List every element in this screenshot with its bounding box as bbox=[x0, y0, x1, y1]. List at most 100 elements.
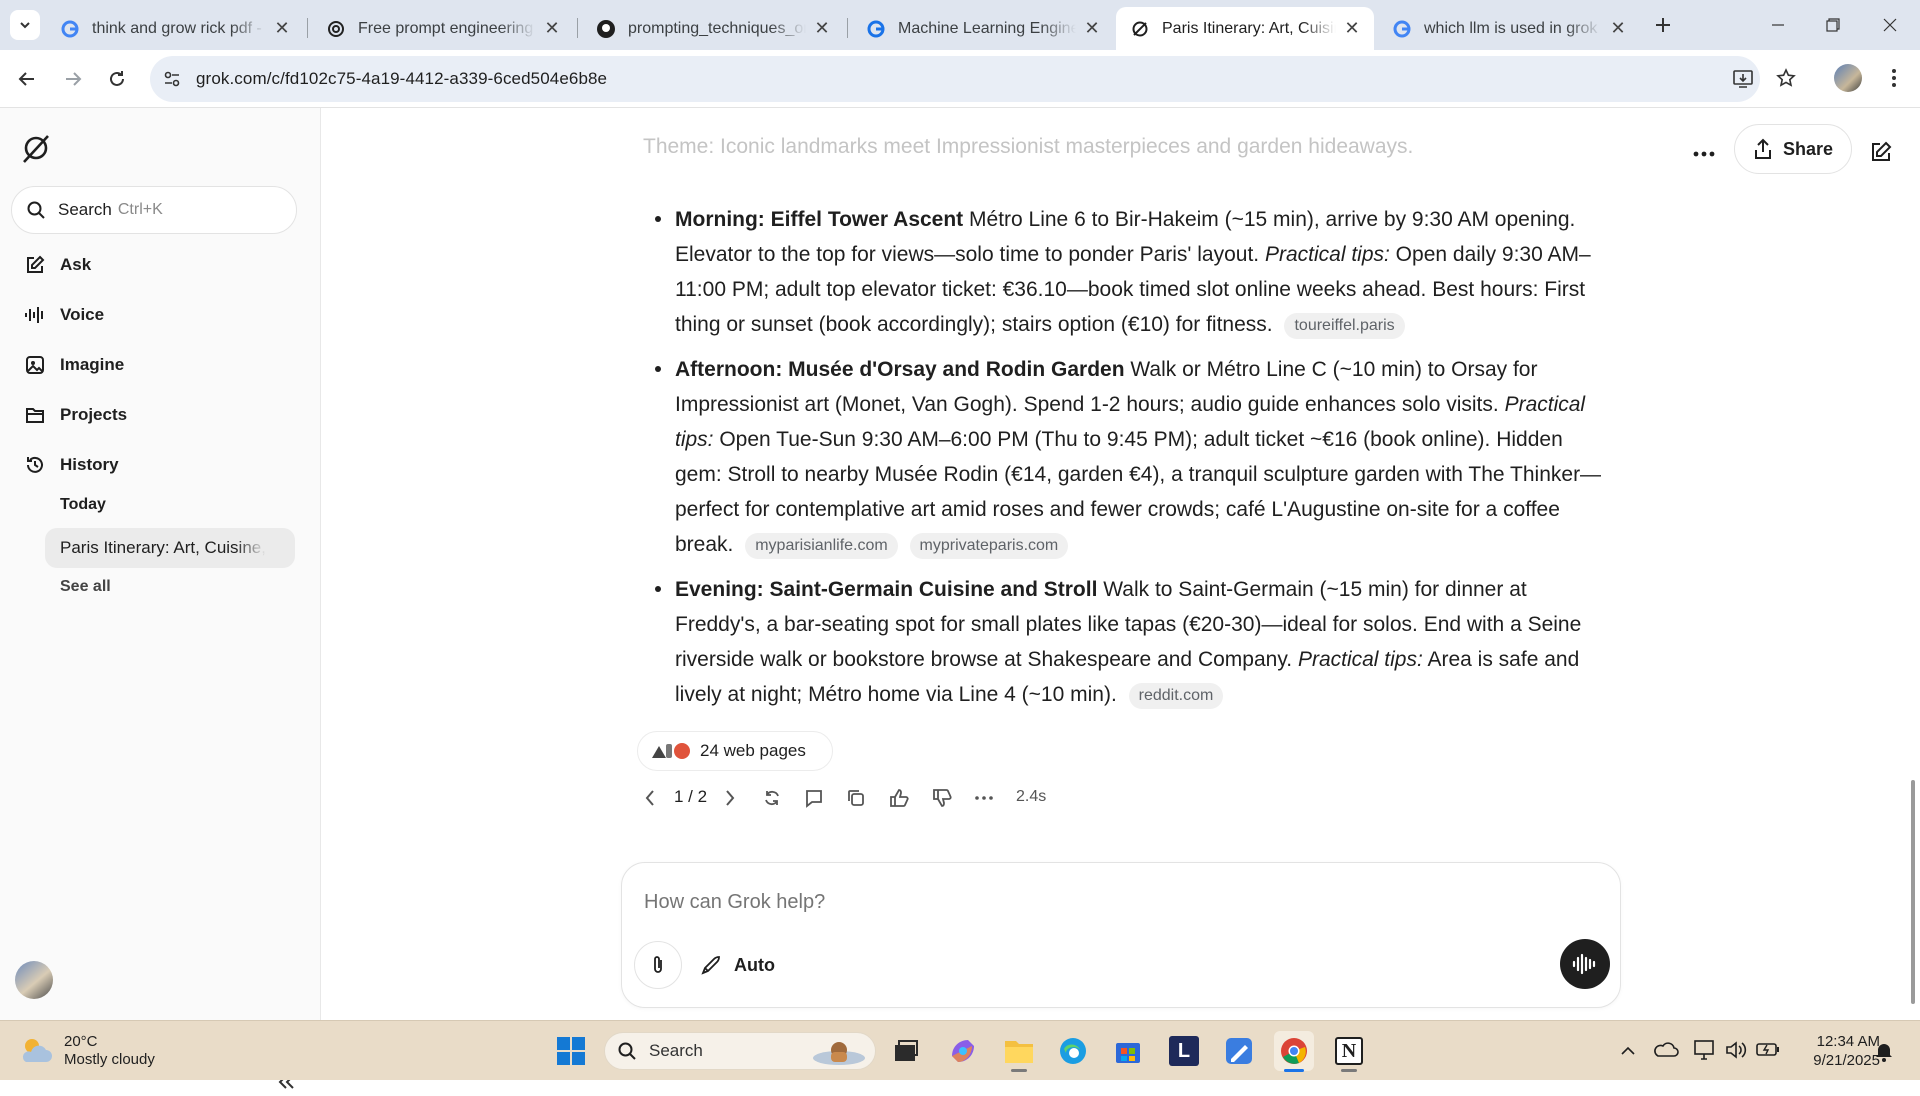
attach-button[interactable] bbox=[634, 941, 682, 989]
chevron-down-icon bbox=[20, 22, 30, 29]
tab-which-llm[interactable]: which llm is used in grok - ✕ bbox=[1378, 7, 1640, 50]
close-icon[interactable]: ✕ bbox=[272, 18, 292, 39]
source-chip[interactable]: myprivateparis.com bbox=[909, 533, 1069, 559]
clock[interactable]: 12:34 AM 9/21/2025 bbox=[1790, 1032, 1880, 1070]
new-chat-button[interactable] bbox=[1865, 136, 1897, 168]
previous-response-button[interactable] bbox=[635, 783, 665, 813]
history-item-paris-itinerary[interactable]: Paris Itinerary: Art, Cuisine, bbox=[45, 528, 295, 568]
nav-imagine[interactable]: Imagine bbox=[24, 354, 124, 376]
close-icon[interactable]: ✕ bbox=[1082, 18, 1102, 39]
nav-label: Ask bbox=[60, 255, 92, 274]
restore-button[interactable] bbox=[1815, 10, 1851, 40]
browser-menu-button[interactable] bbox=[1880, 64, 1908, 92]
source-chip[interactable]: toureiffel.paris bbox=[1284, 313, 1405, 339]
scrollbar[interactable] bbox=[1907, 108, 1919, 1020]
chrome-app[interactable] bbox=[1274, 1031, 1314, 1072]
more-actions-button[interactable] bbox=[969, 783, 999, 813]
ellipsis-icon bbox=[1693, 151, 1715, 157]
google-icon bbox=[866, 19, 886, 39]
onedrive-icon[interactable] bbox=[1653, 1039, 1679, 1063]
url-text[interactable]: grok.com/c/fd102c75-4a19-4412-a339-6ced5… bbox=[196, 69, 607, 89]
scrollbar-thumb[interactable] bbox=[1911, 780, 1915, 1004]
tab-prompting-techniques[interactable]: prompting_techniques_on_ ✕ bbox=[582, 7, 844, 50]
share-button[interactable]: Share bbox=[1734, 124, 1852, 174]
mode-selector[interactable]: Auto bbox=[700, 947, 775, 983]
pen-app[interactable] bbox=[1219, 1031, 1259, 1071]
tab-strip: think and grow rick pdf - Go ✕ Free prom… bbox=[0, 0, 1920, 50]
file-explorer-app[interactable] bbox=[999, 1031, 1039, 1072]
minimize-button[interactable] bbox=[1760, 10, 1796, 40]
close-icon[interactable]: ✕ bbox=[812, 18, 832, 39]
tab-search-button[interactable] bbox=[10, 10, 40, 40]
show-hidden-icons-button[interactable] bbox=[1616, 1039, 1640, 1063]
reload-button[interactable] bbox=[102, 64, 132, 94]
reply-button[interactable] bbox=[799, 783, 829, 813]
more-options-button[interactable] bbox=[1688, 138, 1720, 170]
back-button[interactable] bbox=[12, 64, 42, 94]
profile-avatar[interactable] bbox=[1834, 64, 1862, 92]
nav-history[interactable]: History bbox=[24, 454, 119, 476]
install-app-icon[interactable] bbox=[1732, 68, 1754, 90]
grok-logo[interactable] bbox=[20, 132, 52, 164]
voice-mode-button[interactable] bbox=[1560, 939, 1610, 989]
nav-projects[interactable]: Projects bbox=[24, 404, 127, 426]
close-window-button[interactable] bbox=[1872, 10, 1908, 40]
notifications-button[interactable] bbox=[1872, 1039, 1900, 1065]
like-button[interactable] bbox=[884, 783, 914, 813]
see-all-link[interactable]: See all bbox=[60, 578, 111, 596]
web-pages-button[interactable]: 24 web pages bbox=[637, 731, 833, 771]
microsoft-store-app[interactable] bbox=[1108, 1031, 1148, 1071]
close-icon[interactable]: ✕ bbox=[1608, 18, 1628, 39]
forward-button[interactable] bbox=[58, 64, 88, 94]
copilot-icon bbox=[952, 1040, 974, 1062]
bookmark-button[interactable] bbox=[1772, 64, 1800, 92]
copilot-app[interactable] bbox=[943, 1031, 983, 1071]
source-chip[interactable]: myparisianlife.com bbox=[745, 533, 898, 559]
bell-icon bbox=[1876, 1044, 1892, 1062]
item-tips-label: Practical tips: bbox=[1264, 243, 1390, 266]
taskbar-search[interactable]: Search bbox=[604, 1032, 876, 1070]
tab-ml-engineer[interactable]: Machine Learning Engineer ✕ bbox=[852, 7, 1114, 50]
nav-voice[interactable]: Voice bbox=[24, 304, 104, 326]
network-icon[interactable] bbox=[1693, 1039, 1717, 1063]
new-tab-button[interactable] bbox=[1650, 12, 1676, 38]
search-box[interactable]: Search Ctrl+K bbox=[11, 186, 297, 234]
address-bar[interactable]: grok.com/c/fd102c75-4a19-4412-a339-6ced5… bbox=[150, 56, 1760, 102]
notion-app[interactable]: N bbox=[1329, 1031, 1369, 1072]
search-highlight-icon bbox=[813, 1042, 865, 1065]
favicons-icon bbox=[652, 743, 690, 759]
prompt-input[interactable] bbox=[644, 885, 1544, 919]
search-icon bbox=[27, 201, 45, 219]
battery-icon[interactable] bbox=[1755, 1039, 1781, 1063]
volume-icon[interactable] bbox=[1724, 1039, 1748, 1063]
start-button[interactable] bbox=[551, 1031, 591, 1071]
task-view-button[interactable] bbox=[886, 1031, 926, 1071]
search-label: Search bbox=[58, 200, 112, 219]
list-item-afternoon: Afternoon: Musée d'Orsay and Rodin Garde… bbox=[655, 352, 1615, 562]
source-chip[interactable]: reddit.com bbox=[1128, 683, 1224, 709]
search-shortcut: Ctrl+K bbox=[117, 201, 163, 218]
copy-button[interactable] bbox=[841, 783, 871, 813]
regenerate-button[interactable] bbox=[757, 783, 787, 813]
ellipsis-icon bbox=[975, 796, 993, 800]
tab-paris-itinerary[interactable]: Paris Itinerary: Art, Cuisine, ✕ bbox=[1116, 7, 1374, 50]
nav-ask[interactable]: Ask bbox=[24, 254, 91, 276]
tab-think-and-grow[interactable]: think and grow rick pdf - Go ✕ bbox=[46, 7, 304, 50]
site-info-icon[interactable] bbox=[162, 69, 182, 89]
l-app[interactable]: L bbox=[1164, 1031, 1204, 1071]
close-icon[interactable]: ✕ bbox=[542, 18, 562, 39]
edge-app[interactable] bbox=[1053, 1031, 1093, 1071]
close-icon[interactable]: ✕ bbox=[1342, 18, 1362, 39]
l-app-icon: L bbox=[1169, 1036, 1199, 1066]
item-tips-label: Practical tips: bbox=[1297, 648, 1423, 671]
user-avatar[interactable] bbox=[15, 961, 53, 999]
history-icon bbox=[24, 454, 46, 476]
dislike-button[interactable] bbox=[927, 783, 957, 813]
next-response-button[interactable] bbox=[715, 783, 745, 813]
weather-widget[interactable]: 20°C Mostly cloudy bbox=[18, 1029, 155, 1073]
tab-title: prompting_techniques_on_ bbox=[628, 19, 806, 37]
tab-prompt-engineering[interactable]: Free prompt engineering co ✕ bbox=[312, 7, 574, 50]
item-heading: Morning: Eiffel Tower Ascent bbox=[675, 208, 964, 231]
temperature: 20°C bbox=[64, 1033, 98, 1050]
nav-label: Imagine bbox=[60, 355, 125, 374]
